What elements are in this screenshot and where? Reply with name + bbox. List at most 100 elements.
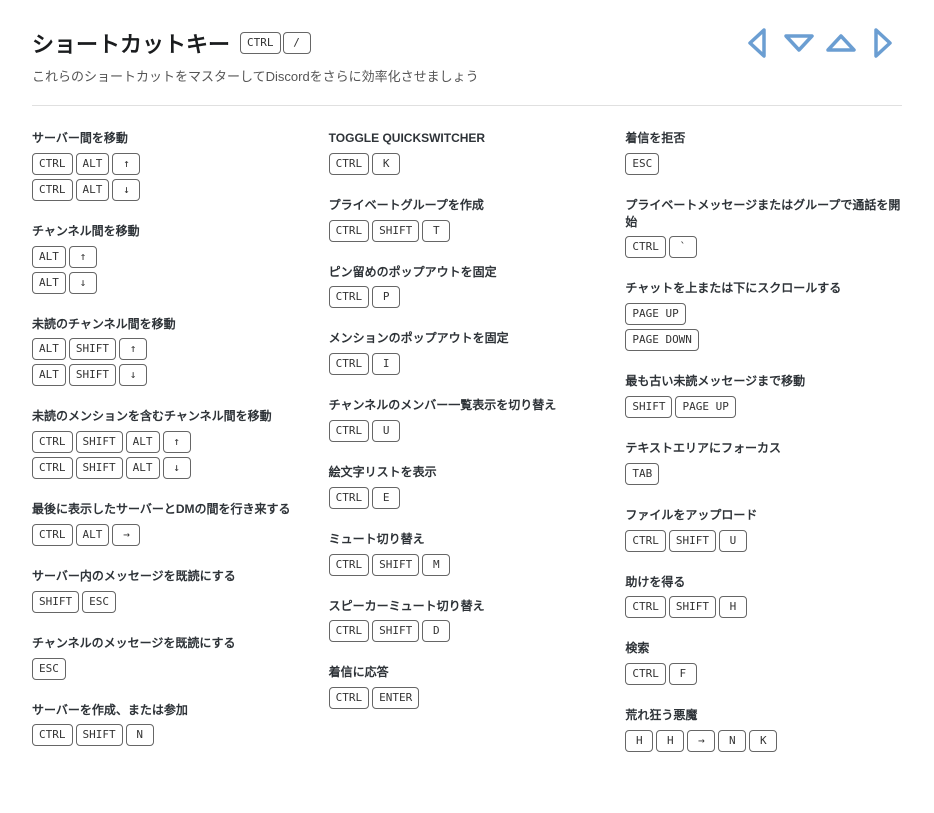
- kbd-key-1-5-0-1: E: [372, 487, 400, 509]
- arrow-left-icon: [738, 24, 776, 62]
- arrow-icon-group: [738, 24, 902, 62]
- group-label-2-2: チャットを上または下にスクロールする: [625, 280, 902, 297]
- shortcut-group-1-4: チャンネルのメンバー一覧表示を切り替えCTRLU: [329, 397, 606, 442]
- key-row-1-8-0: CTRLENTER: [329, 687, 606, 709]
- kbd-key-0-1-0-1: ↑: [69, 246, 97, 268]
- kbd-key-0-0-0-1: ALT: [76, 153, 110, 175]
- kbd-key-2-8-0-3: N: [718, 730, 746, 752]
- kbd-key-1-3-0-0: CTRL: [329, 353, 370, 375]
- kbd-key-2-3-0-0: SHIFT: [625, 396, 672, 418]
- key-row-2-2-0: PAGE UP: [625, 303, 902, 325]
- shortcut-group-0-3: 未読のメンションを含むチャンネル間を移動 CTRLSHIFTALT↑ CTRLSHI…: [32, 408, 309, 479]
- kbd-key-1-6-0-1: SHIFT: [372, 554, 419, 576]
- kbd-key-1-8-0-1: ENTER: [372, 687, 419, 709]
- key-row-2-0-0: ESC: [625, 153, 902, 175]
- arrow-right-icon: [864, 24, 902, 62]
- kbd-key-0-3-0-0: CTRL: [32, 431, 73, 453]
- group-label-1-7: スピーカーミュート切り替え: [329, 598, 606, 615]
- kbd-key-0-3-0-1: SHIFT: [76, 431, 123, 453]
- shortcut-group-1-0: TOGGLE QUICKSWITCHERCTRLK: [329, 130, 606, 175]
- key-row-0-0-0: CTRLALT↑: [32, 153, 309, 175]
- shortcut-group-1-5: 絵文字リストを表示 CTRLE: [329, 464, 606, 509]
- kbd-key-1-8-0-0: CTRL: [329, 687, 370, 709]
- header-divider: [32, 105, 902, 106]
- key-row-0-1-0: ALT↑: [32, 246, 309, 268]
- group-label-2-7: 検索: [625, 640, 902, 657]
- shortcut-group-0-7: サーバーを作成、または参加CTRLSHIFTN: [32, 702, 309, 747]
- group-label-1-0: TOGGLE QUICKSWITCHER: [329, 130, 606, 147]
- kbd-key-0-0-1-2: ↓: [112, 179, 140, 201]
- group-label-0-7: サーバーを作成、または参加: [32, 702, 309, 719]
- group-label-0-6: チャンネルのメッセージを既読にする: [32, 635, 309, 652]
- group-label-0-5: サーバー内のメッセージを既読にする: [32, 568, 309, 585]
- kbd-key-2-8-0-2: →: [687, 730, 715, 752]
- kbd-key-1-6-0-0: CTRL: [329, 554, 370, 576]
- shortcut-group-2-5: ファイルをアップロードCTRLSHIFTU: [625, 507, 902, 552]
- shortcuts-grid: サーバー間を移動CTRLALT↑CTRLALT↓チャンネル間を移動ALT↑ALT…: [32, 130, 902, 774]
- kbd-key-0-3-1-3: ↓: [163, 457, 191, 479]
- kbd-key-1-0-0-0: CTRL: [329, 153, 370, 175]
- kbd-key-0-5-0-0: SHIFT: [32, 591, 79, 613]
- kbd-key-1-2-0-0: CTRL: [329, 286, 370, 308]
- shortcut-group-2-1: プライベートメッセージまたはグループで通話を開始CTRL`: [625, 197, 902, 259]
- kbd-key-1-7-0-0: CTRL: [329, 620, 370, 642]
- title-area: ショートカットキー CTRL /: [32, 27, 311, 59]
- key-row-2-7-0: CTRLF: [625, 663, 902, 685]
- kbd-key-2-8-0-1: H: [656, 730, 684, 752]
- kbd-key-0-4-0-2: →: [112, 524, 140, 546]
- kbd-key-0-1-1-0: ALT: [32, 272, 66, 294]
- group-label-2-8: 荒れ狂う悪魔: [625, 707, 902, 724]
- column-1: TOGGLE QUICKSWITCHERCTRLKプライベートグループを作成CT…: [329, 130, 606, 774]
- key-row-2-2-1: PAGE DOWN: [625, 329, 902, 351]
- group-label-1-6: ミュート切り替え: [329, 531, 606, 548]
- kbd-key-2-2-1-0: PAGE DOWN: [625, 329, 699, 351]
- kbd-key-1-3-0-1: I: [372, 353, 400, 375]
- group-label-2-6: 助けを得る: [625, 574, 902, 591]
- kbd-key-0-3-0-3: ↑: [163, 431, 191, 453]
- ctrl-badge: CTRL: [240, 32, 281, 54]
- kbd-key-0-2-0-0: ALT: [32, 338, 66, 360]
- key-row-0-4-0: CTRLALT→: [32, 524, 309, 546]
- kbd-key-1-1-0-0: CTRL: [329, 220, 370, 242]
- kbd-key-0-2-0-2: ↑: [119, 338, 147, 360]
- key-row-2-1-0: CTRL`: [625, 236, 902, 258]
- kbd-key-0-3-1-2: ALT: [126, 457, 160, 479]
- kbd-key-2-1-0-1: `: [669, 236, 697, 258]
- column-0: サーバー間を移動CTRLALT↑CTRLALT↓チャンネル間を移動ALT↑ALT…: [32, 130, 309, 774]
- kbd-key-2-6-0-1: SHIFT: [669, 596, 716, 618]
- kbd-key-0-7-0-1: SHIFT: [76, 724, 123, 746]
- kbd-key-2-5-0-1: SHIFT: [669, 530, 716, 552]
- shortcut-group-2-7: 検索 CTRLF: [625, 640, 902, 685]
- page-title: ショートカットキー: [32, 27, 230, 59]
- kbd-key-0-2-1-0: ALT: [32, 364, 66, 386]
- kbd-key-2-7-0-1: F: [669, 663, 697, 685]
- key-row-2-5-0: CTRLSHIFTU: [625, 530, 902, 552]
- title-badge: CTRL /: [240, 32, 311, 54]
- key-row-0-2-0: ALTSHIFT↑: [32, 338, 309, 360]
- kbd-key-0-6-0-0: ESC: [32, 658, 66, 680]
- group-label-0-3: 未読のメンションを含むチャンネル間を移動: [32, 408, 309, 425]
- group-label-1-5: 絵文字リストを表示: [329, 464, 606, 481]
- kbd-key-2-4-0-0: TAB: [625, 463, 659, 485]
- kbd-key-0-3-1-0: CTRL: [32, 457, 73, 479]
- key-row-0-3-1: CTRLSHIFTALT↓: [32, 457, 309, 479]
- shortcut-group-0-4: 最後に表示したサーバーとDMの間を行き来する CTRLALT→: [32, 501, 309, 546]
- kbd-key-0-3-1-1: SHIFT: [76, 457, 123, 479]
- kbd-key-0-0-0-2: ↑: [112, 153, 140, 175]
- key-row-2-4-0: TAB: [625, 463, 902, 485]
- group-label-1-1: プライベートグループを作成: [329, 197, 606, 214]
- shortcut-group-2-3: 最も古い未読メッセージまで移動SHIFTPAGE UP: [625, 373, 902, 418]
- group-label-0-2: 未読のチャンネル間を移動: [32, 316, 309, 333]
- kbd-key-0-2-1-2: ↓: [119, 364, 147, 386]
- kbd-key-1-5-0-0: CTRL: [329, 487, 370, 509]
- kbd-key-0-1-1-1: ↓: [69, 272, 97, 294]
- kbd-key-2-5-0-2: U: [719, 530, 747, 552]
- shortcut-group-0-6: チャンネルのメッセージを既読にする ESC: [32, 635, 309, 680]
- shortcut-group-1-2: ピン留めのポップアウトを固定CTRLP: [329, 264, 606, 309]
- kbd-key-0-5-0-1: ESC: [82, 591, 116, 613]
- group-label-2-0: 着信を拒否: [625, 130, 902, 147]
- key-row-2-6-0: CTRLSHIFTH: [625, 596, 902, 618]
- kbd-key-0-4-0-0: CTRL: [32, 524, 73, 546]
- group-label-0-4: 最後に表示したサーバーとDMの間を行き来する: [32, 501, 309, 518]
- group-label-1-2: ピン留めのポップアウトを固定: [329, 264, 606, 281]
